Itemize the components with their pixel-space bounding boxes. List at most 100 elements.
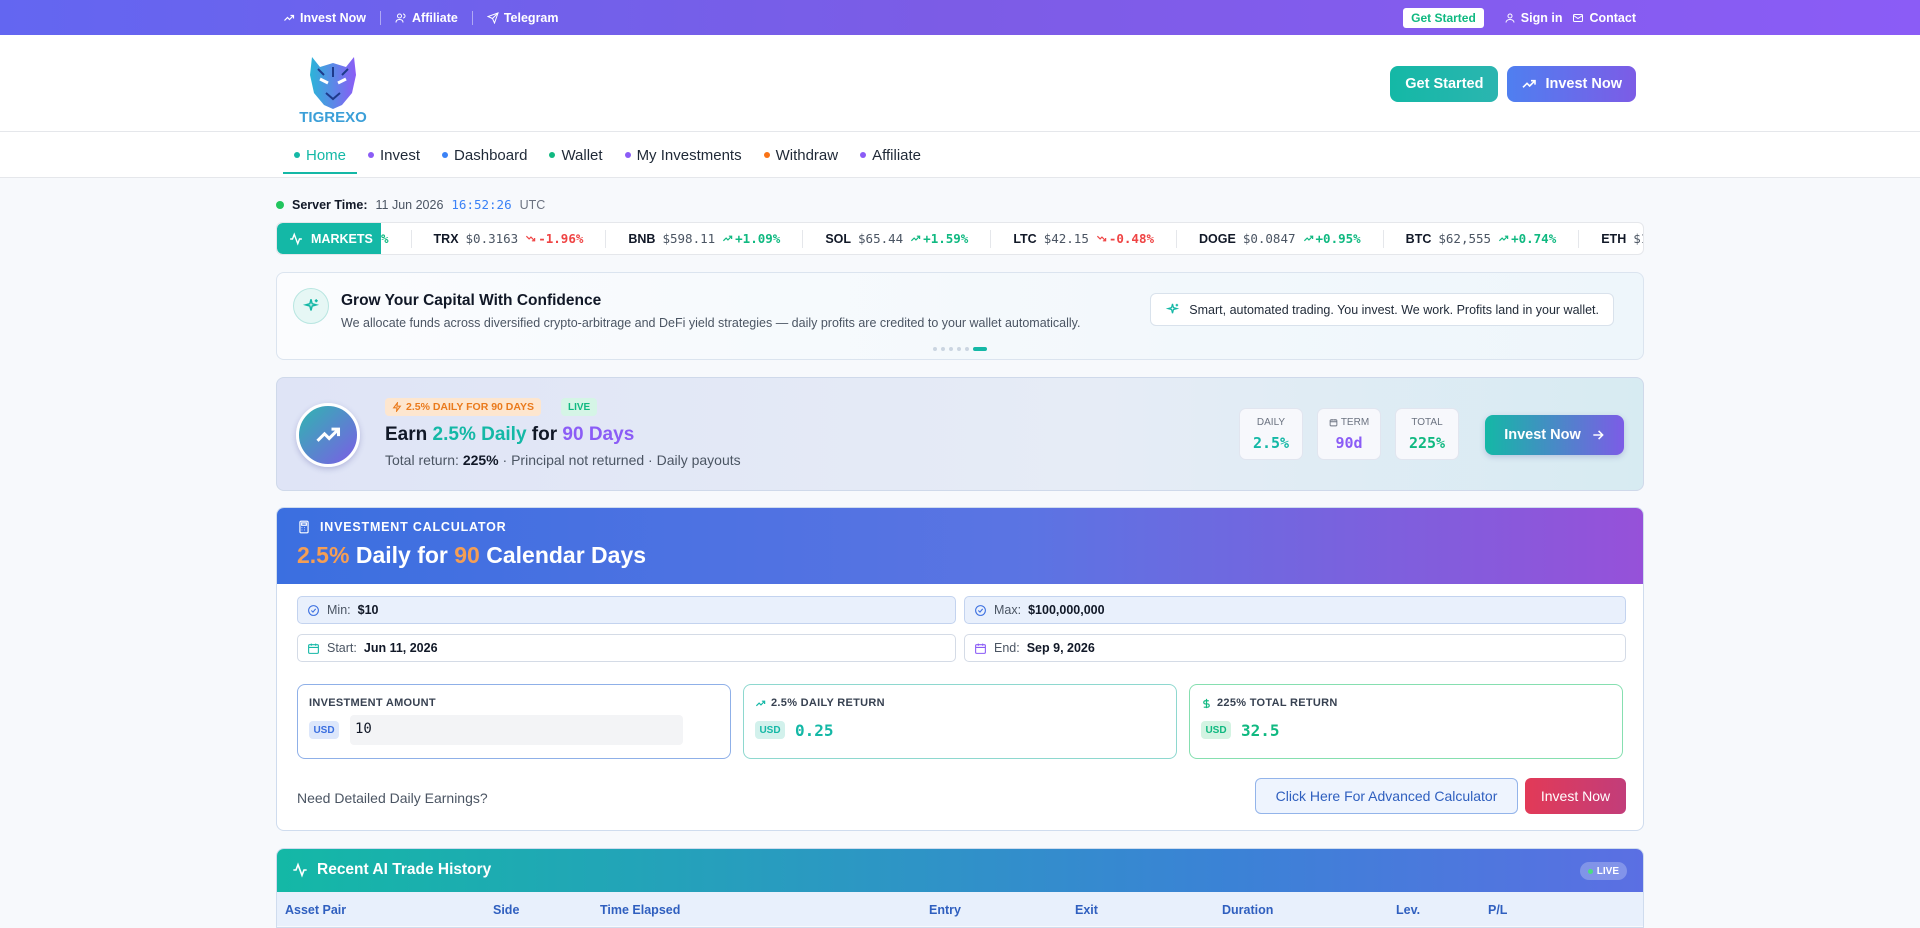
nav-affiliate[interactable]: Affiliate xyxy=(849,132,932,178)
header-invest-now-button[interactable]: Invest Now xyxy=(1507,66,1636,102)
calculator-title-days: 90 xyxy=(454,542,480,568)
trending-up-icon xyxy=(1303,235,1313,242)
topbar-telegram-label: Telegram xyxy=(503,10,559,25)
trending-up-icon xyxy=(296,403,360,467)
plan-invest-now-button[interactable]: Invest Now xyxy=(1485,415,1624,455)
ticker-change-group: -0.48% xyxy=(1096,231,1154,246)
topbar-telegram-link[interactable]: Telegram xyxy=(486,10,573,25)
column-header[interactable]: Asset Pair xyxy=(285,903,346,917)
ticker-symbol: LTC xyxy=(1013,231,1037,246)
ticker-item-sol: SOL $65.44 +1.59% xyxy=(803,229,992,248)
column-header[interactable]: Lev. xyxy=(1396,903,1420,917)
column-header[interactable]: Side xyxy=(493,903,519,917)
ticker-change-group: +0.95% xyxy=(1303,231,1361,246)
carousel-dot[interactable] xyxy=(941,347,945,351)
carousel-dot[interactable] xyxy=(949,347,953,351)
plan-sub-post: · Principal not returned · Daily payouts xyxy=(498,452,741,468)
nav-my-investments[interactable]: My Investments xyxy=(614,132,753,178)
server-timezone: UTC xyxy=(519,197,546,212)
calculator-invest-now-button[interactable]: Invest Now xyxy=(1525,778,1626,814)
calculator-header: INVESTMENT CALCULATOR 2.5% Daily for 90 … xyxy=(277,508,1643,584)
ticker-symbol: TRX xyxy=(433,231,459,246)
plan-title-mid: for xyxy=(526,424,563,445)
stat-total: TOTAL 225% xyxy=(1395,408,1459,460)
check-circle-icon xyxy=(975,604,986,616)
user-icon xyxy=(1505,13,1515,23)
column-header[interactable]: Exit xyxy=(1075,903,1098,917)
total-return-label: 225% TOTAL RETURN xyxy=(1201,697,1338,709)
nav-label: Wallet xyxy=(561,146,603,164)
trending-down-icon xyxy=(526,235,536,242)
banner-tagline: Smart, automated trading. You invest. We… xyxy=(1150,293,1614,326)
stat-term-label: TERM xyxy=(1318,417,1380,428)
main-nav: Home Invest Dashboard Wallet My Investments W… xyxy=(0,132,1920,178)
carousel-dot[interactable] xyxy=(957,347,961,351)
investment-amount-box: INVESTMENT AMOUNT USD 10 xyxy=(297,684,731,759)
trending-up-icon xyxy=(755,700,766,706)
start-value: Jun 11, 2026 xyxy=(363,641,438,655)
column-header[interactable]: Entry xyxy=(929,903,961,917)
ticker-change-group: +1.59% xyxy=(910,231,968,246)
nav-home[interactable]: Home xyxy=(283,132,358,178)
daily-return-label: 2.5% DAILY RETURN xyxy=(755,697,885,709)
tiger-logo-icon[interactable]: TIGREXO xyxy=(290,49,376,125)
topbar-contact-label: Contact xyxy=(1589,10,1636,25)
column-header[interactable]: Duration xyxy=(1222,903,1273,917)
ticker-item-bnb: BNB $598.11 +1.09% xyxy=(606,229,804,248)
stat-term-label-text: TERM xyxy=(1340,417,1370,428)
plan-badge-text: 2.5% DAILY FOR 90 DAYS xyxy=(406,401,534,413)
max-label: Max: xyxy=(994,603,1022,617)
nav-dashboard[interactable]: Dashboard xyxy=(431,132,538,178)
topbar-affiliate-link[interactable]: Affiliate xyxy=(395,11,472,25)
calendar-icon xyxy=(975,643,986,654)
server-date: 11 Jun 2026 xyxy=(375,197,444,212)
trade-history-header: Recent AI Trade History LIVE xyxy=(277,849,1643,892)
plan-sub-pre: Total return: xyxy=(385,452,463,468)
ticker-track: % TRX $0.3163 -1.96% BNB $598.11 +1.09% SOL $65.… xyxy=(381,223,1643,254)
topbar-sign-in-link[interactable]: Sign in xyxy=(1500,11,1562,25)
carousel-dot-active[interactable] xyxy=(973,347,987,351)
ticker-item-doge: DOGE $0.0847 +0.95% xyxy=(1177,229,1384,248)
check-circle-icon xyxy=(308,604,319,616)
ticker-item-ltc: LTC $42.15 -0.48% xyxy=(991,229,1178,248)
topbar-contact-link[interactable]: Contact xyxy=(1568,11,1636,25)
header-invest-now-label: Invest Now xyxy=(1545,76,1622,92)
topbar-get-started-button[interactable]: Get Started xyxy=(1403,7,1484,28)
max-field: Max: $100,000,000 xyxy=(964,596,1626,624)
nav-withdraw[interactable]: Withdraw xyxy=(753,132,850,178)
carousel-dots[interactable] xyxy=(933,347,987,351)
server-clock: 16:52:26 xyxy=(451,197,512,212)
ticker-price: $598.11 xyxy=(662,231,716,246)
nav-dot xyxy=(763,152,770,158)
column-header[interactable]: Time Elapsed xyxy=(600,903,680,917)
nav-dot xyxy=(549,152,556,158)
calculator-title-mid: Daily for xyxy=(349,542,455,568)
calendar-icon xyxy=(1329,419,1338,427)
trade-live-badge: LIVE xyxy=(1579,862,1627,880)
banner-tagline-text: Smart, automated trading. You invest. We… xyxy=(1189,302,1599,317)
end-value: Sep 9, 2026 xyxy=(1026,641,1095,655)
calculator-title: 2.5% Daily for 90 Calendar Days xyxy=(297,542,646,569)
nav-invest[interactable]: Invest xyxy=(357,132,431,178)
carousel-dot[interactable] xyxy=(965,347,969,351)
column-header[interactable]: P/L xyxy=(1488,903,1507,917)
advanced-calculator-button[interactable]: Click Here For Advanced Calculator xyxy=(1255,778,1518,814)
end-date-field: End: Sep 9, 2026 xyxy=(964,634,1626,662)
ticker-symbol: DOGE xyxy=(1199,231,1236,246)
amount-currency: USD xyxy=(309,721,339,739)
topbar-invest-now-link[interactable]: Invest Now xyxy=(283,11,380,25)
total-currency: USD xyxy=(1201,721,1231,739)
header-get-started-button[interactable]: Get Started xyxy=(1390,66,1499,102)
investment-amount-input[interactable]: 10 xyxy=(350,715,683,745)
arrow-right-icon xyxy=(1593,430,1604,440)
plan-title-pre: Earn xyxy=(385,424,433,445)
trending-up-icon xyxy=(1499,235,1509,242)
nav-wallet[interactable]: Wallet xyxy=(538,132,613,178)
stat-daily: DAILY 2.5% xyxy=(1239,408,1303,460)
nav-label: Invest xyxy=(380,146,421,164)
trending-down-icon xyxy=(1096,235,1107,242)
carousel-dot[interactable] xyxy=(933,347,937,351)
total-return-value: 32.5 xyxy=(1241,721,1280,740)
nav-dot xyxy=(442,152,449,158)
nav-label: Dashboard xyxy=(454,146,528,164)
